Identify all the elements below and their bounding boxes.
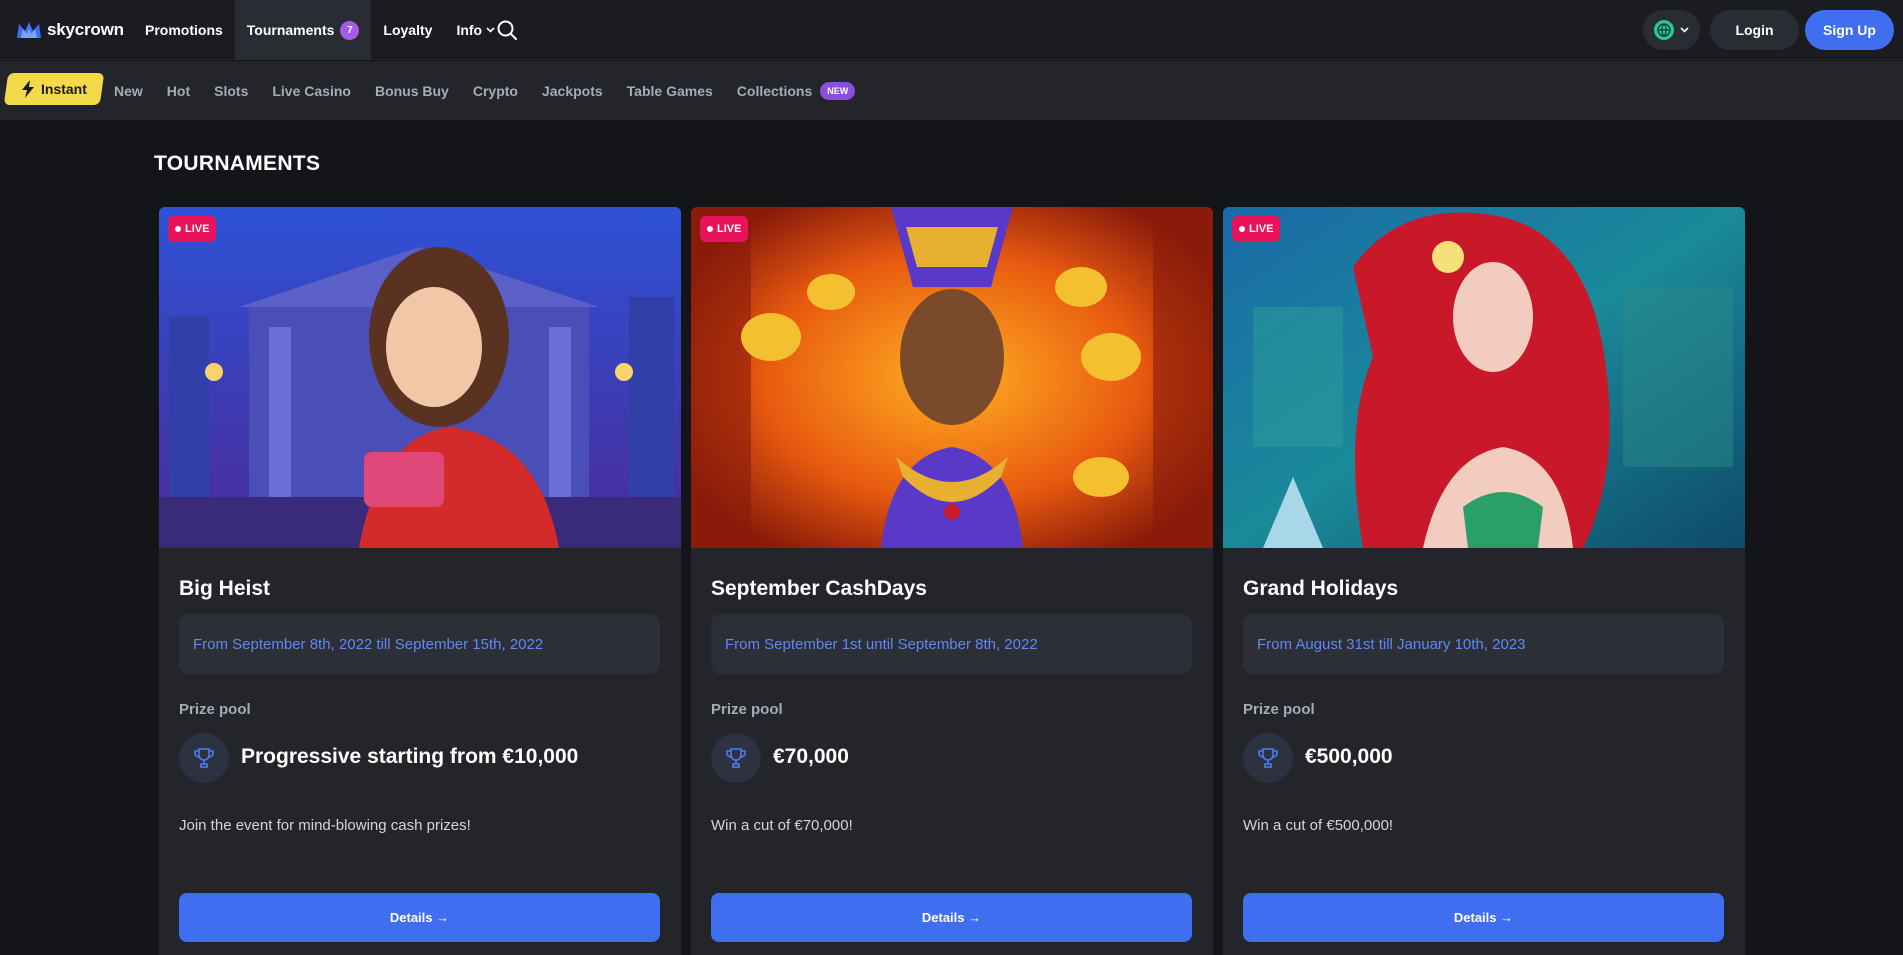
live-label: LIVE	[717, 223, 742, 235]
heist-artwork	[159, 207, 681, 548]
instant-label: Instant	[41, 81, 87, 97]
trophy-icon	[179, 733, 229, 783]
live-badge: LIVE	[1232, 216, 1281, 242]
lightning-icon	[22, 80, 35, 98]
category-bar: Instant New Hot Slots Live Casino Bonus …	[0, 61, 1903, 120]
live-badge: LIVE	[700, 216, 749, 242]
prize-pool-label: Prize pool	[179, 701, 251, 718]
tournament-title: September CashDays	[711, 577, 927, 600]
live-label: LIVE	[185, 223, 210, 235]
tournaments-count-badge: 7	[340, 20, 360, 40]
details-button[interactable]: Details →	[179, 893, 660, 942]
tournament-card: LIVE September CashDays From September 1…	[691, 207, 1213, 955]
tournament-dates: From September 1st until September 8th, …	[711, 614, 1192, 674]
live-dot-icon	[175, 226, 181, 232]
tournament-description: Win a cut of €500,000!	[1243, 817, 1394, 834]
chevron-down-icon	[1680, 27, 1689, 33]
nav-tournaments[interactable]: Tournaments 7	[234, 0, 372, 60]
prize-pool-value: €70,000	[773, 745, 849, 768]
tournament-description: Join the event for mind-blowing cash pri…	[179, 817, 471, 834]
category-jackpots[interactable]: Jackpots	[542, 83, 603, 99]
category-collections[interactable]: Collections NEW	[736, 81, 856, 100]
category-new[interactable]: New	[114, 83, 143, 99]
category-hot[interactable]: Hot	[167, 83, 190, 99]
language-selector[interactable]	[1643, 10, 1700, 50]
tournament-dates: From September 8th, 2022 till September …	[179, 614, 660, 674]
cashdays-artwork	[691, 207, 1213, 548]
tournament-banner-image[interactable]: LIVE	[159, 207, 681, 548]
main-nav: Promotions Tournaments 7 Loyalty Info	[133, 0, 507, 60]
search-icon[interactable]	[495, 18, 519, 42]
crown-logo-icon	[17, 22, 41, 38]
tournament-title: Big Heist	[179, 577, 271, 600]
live-dot-icon	[1239, 226, 1245, 232]
category-crypto[interactable]: Crypto	[473, 83, 518, 99]
brand-name: skycrown	[47, 20, 124, 39]
chevron-down-icon	[486, 27, 495, 33]
new-badge: NEW	[820, 81, 856, 100]
details-button[interactable]: Details →	[1243, 893, 1724, 942]
category-bonus-buy[interactable]: Bonus Buy	[375, 83, 449, 99]
trophy-icon	[711, 733, 761, 783]
tournament-banner-image[interactable]: LIVE	[1223, 207, 1745, 548]
live-dot-icon	[707, 226, 713, 232]
logo[interactable]: skycrown	[16, 18, 124, 42]
live-badge: LIVE	[168, 216, 217, 242]
prize-pool-label: Prize pool	[711, 701, 783, 718]
nav-tournaments-label: Tournaments	[246, 22, 335, 38]
page-title: TOURNAMENTS	[154, 152, 321, 175]
globe-icon	[1654, 20, 1674, 40]
prize-pool-value: Progressive starting from €10,000	[241, 745, 579, 768]
nav-promotions-label: Promotions	[145, 22, 223, 38]
prize-pool-label: Prize pool	[1243, 701, 1315, 718]
category-nav: New Hot Slots Live Casino Bonus Buy Cryp…	[114, 61, 879, 120]
tournament-card: LIVE Big Heist From September 8th, 2022 …	[159, 207, 681, 955]
details-button[interactable]: Details →	[711, 893, 1192, 942]
tournament-banner-image[interactable]: LIVE	[691, 207, 1213, 548]
instant-button[interactable]: Instant	[3, 73, 105, 105]
category-collections-label: Collections	[736, 82, 813, 99]
tournament-card: LIVE Grand Holidays From August 31st til…	[1223, 207, 1745, 955]
nav-promotions[interactable]: Promotions	[133, 0, 235, 60]
tournament-title: Grand Holidays	[1243, 577, 1399, 600]
live-label: LIVE	[1249, 223, 1274, 235]
tournament-dates: From August 31st till January 10th, 2023	[1243, 614, 1724, 674]
top-header: skycrown Promotions Tournaments 7 Loyalt…	[0, 0, 1903, 60]
signup-button[interactable]: Sign Up	[1805, 10, 1894, 50]
holidays-artwork	[1223, 207, 1745, 548]
nav-info-label: Info	[456, 22, 483, 38]
prize-pool-value: €500,000	[1305, 745, 1393, 768]
trophy-icon	[1243, 733, 1293, 783]
login-button[interactable]: Login	[1710, 10, 1799, 50]
tournament-description: Win a cut of €70,000!	[711, 817, 853, 834]
nav-loyalty-label: Loyalty	[383, 22, 433, 38]
nav-loyalty[interactable]: Loyalty	[371, 0, 444, 60]
category-table-games[interactable]: Table Games	[627, 83, 713, 99]
category-live-casino[interactable]: Live Casino	[272, 83, 351, 99]
category-slots[interactable]: Slots	[214, 83, 248, 99]
